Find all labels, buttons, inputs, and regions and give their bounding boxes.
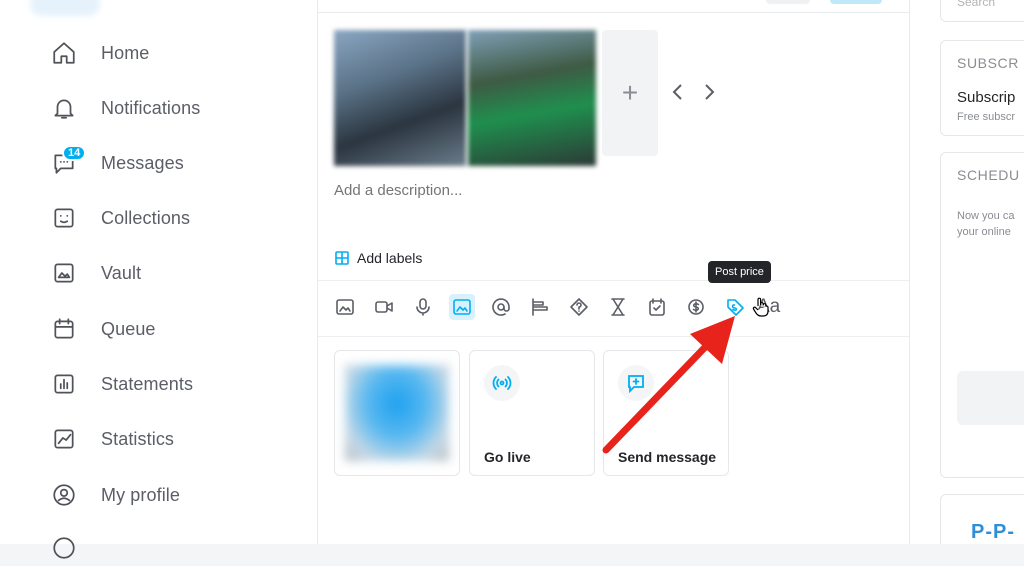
message-count-badge: 14	[62, 145, 87, 161]
app-window: Home Notifications 14 Messages Collectio…	[0, 0, 1024, 559]
microphone-icon[interactable]	[410, 294, 436, 320]
divider	[318, 12, 910, 13]
divider	[318, 280, 910, 281]
divider	[318, 336, 910, 337]
statements-icon	[48, 368, 80, 400]
go-live-card[interactable]: Go live	[469, 350, 595, 476]
sidebar-item-label: Queue	[101, 318, 156, 339]
send-message-label: Send message	[618, 449, 717, 465]
composer-toolbar: Aa	[332, 292, 780, 322]
sidebar-item-home[interactable]: Home	[48, 35, 149, 71]
scheduled-text-line-2: your online	[957, 226, 1011, 238]
sidebar-item-notifications[interactable]: Notifications	[48, 90, 200, 126]
add-media-button[interactable]: +	[602, 30, 658, 156]
sidebar-item-label: Home	[101, 42, 150, 63]
top-secondary-button[interactable]	[766, 0, 810, 4]
chevron-left-icon[interactable]	[668, 80, 688, 104]
sidebar-item-messages[interactable]: 14 Messages	[48, 145, 184, 181]
post-composer: + Add labels	[318, 0, 910, 544]
price-tag-icon[interactable]	[722, 294, 748, 320]
go-live-label: Go live	[484, 449, 531, 465]
right-panel: Search SUBSCR Subscrip Free subscr SCHED…	[910, 0, 1024, 544]
subscription-subtitle: Free subscr	[957, 111, 1016, 123]
description-input[interactable]	[334, 182, 874, 199]
sidebar-item-label: My profile	[101, 484, 181, 505]
promo-panel: P-P-	[940, 494, 1024, 544]
search-placeholder: Search	[957, 0, 996, 9]
statistics-icon	[48, 423, 80, 455]
broadcast-icon	[484, 365, 520, 401]
profile-icon	[48, 479, 80, 511]
media-preview	[345, 365, 449, 461]
sidebar-item-my-profile[interactable]: My profile	[48, 477, 180, 513]
subscription-panel: SUBSCR Subscrip Free subscr	[940, 40, 1024, 136]
scheduled-header: SCHEDU	[957, 167, 1020, 183]
add-labels-label: Add labels	[357, 250, 423, 266]
poll-icon[interactable]	[527, 294, 553, 320]
schedule-icon[interactable]	[644, 294, 670, 320]
mention-icon[interactable]	[488, 294, 514, 320]
hand-cursor-icon	[752, 297, 769, 317]
scheduled-panel: SCHEDU Now you ca your online Y	[940, 152, 1024, 478]
message-icon: 14	[48, 145, 87, 179]
image-icon[interactable]	[332, 294, 358, 320]
sidebar-item-statements[interactable]: Statements	[48, 366, 193, 402]
collections-icon	[48, 202, 80, 234]
subscription-header: SUBSCR	[957, 55, 1019, 71]
media-thumbnail[interactable]	[334, 30, 466, 166]
vault-media-icon[interactable]	[449, 294, 475, 320]
send-message-card[interactable]: Send message	[603, 350, 729, 476]
sidebar-item-label: Statements	[101, 373, 194, 394]
media-card[interactable]	[334, 350, 460, 476]
sidebar-item-label: Vault	[101, 262, 142, 283]
more-icon	[48, 532, 80, 564]
add-labels-button[interactable]: Add labels	[334, 250, 422, 266]
home-icon	[48, 37, 80, 69]
logo[interactable]	[30, 0, 100, 16]
vault-icon	[48, 257, 80, 289]
timer-icon[interactable]	[605, 294, 631, 320]
bell-icon	[48, 92, 80, 124]
post-price-tooltip: Post price	[708, 261, 771, 283]
scheduled-button[interactable]	[957, 371, 1024, 425]
scheduled-text-line-1: Now you ca	[957, 210, 1015, 222]
labels-icon	[335, 251, 349, 265]
media-thumbnail[interactable]	[468, 30, 596, 166]
sidebar-item-statistics[interactable]: Statistics	[48, 421, 174, 457]
sidebar-item-more[interactable]	[48, 530, 80, 566]
sidebar-item-label: Messages	[101, 152, 184, 173]
search-input[interactable]: Search	[940, 0, 1024, 22]
quiz-icon[interactable]	[566, 294, 592, 320]
promo-text: P-P-	[971, 521, 1015, 543]
subscription-title: Subscrip	[957, 89, 1016, 106]
sidebar-item-collections[interactable]: Collections	[48, 200, 190, 236]
sidebar: Home Notifications 14 Messages Collectio…	[0, 0, 318, 559]
sidebar-item-label: Collections	[101, 207, 191, 228]
add-message-icon	[618, 365, 654, 401]
video-icon[interactable]	[371, 294, 397, 320]
dollar-icon[interactable]	[683, 294, 709, 320]
top-primary-button[interactable]	[830, 0, 882, 4]
sidebar-item-label: Statistics	[101, 428, 175, 449]
chevron-right-icon[interactable]	[699, 80, 719, 104]
calendar-icon	[48, 313, 80, 345]
sidebar-item-queue[interactable]: Queue	[48, 311, 156, 347]
sidebar-item-vault[interactable]: Vault	[48, 255, 141, 291]
sidebar-item-label: Notifications	[101, 97, 201, 118]
